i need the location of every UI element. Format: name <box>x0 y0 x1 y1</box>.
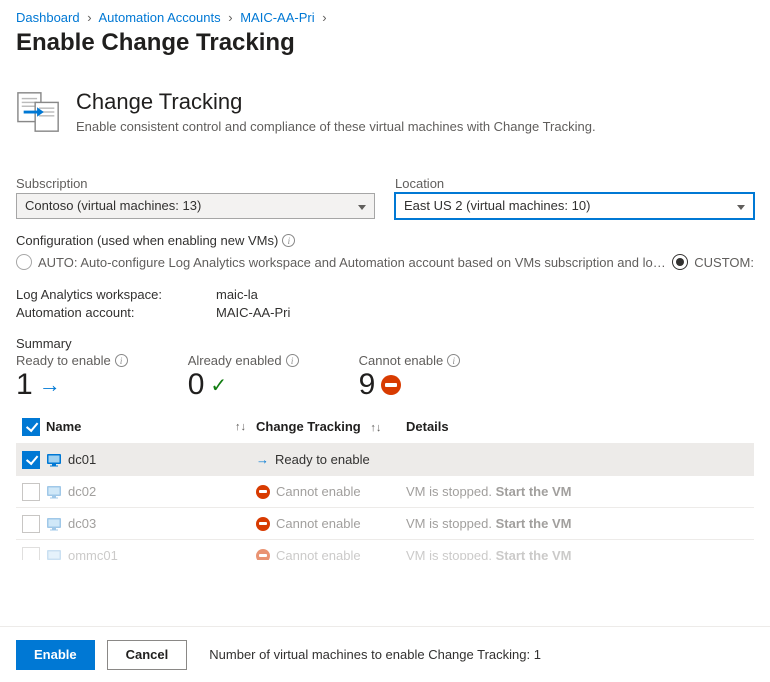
chevron-right-icon: › <box>322 10 326 25</box>
hero-subtitle: Enable consistent control and compliance… <box>76 119 596 134</box>
workspace-label: Log Analytics workspace: <box>16 286 216 304</box>
vm-name: dc03 <box>68 516 96 531</box>
cancel-button[interactable]: Cancel <box>107 640 188 670</box>
ready-to-enable-count[interactable]: 1 → <box>16 368 128 402</box>
hero-title: Change Tracking <box>76 89 596 115</box>
change-tracking-icon <box>16 89 62 138</box>
already-enabled-count[interactable]: 0 ✓ <box>188 368 299 402</box>
no-entry-icon <box>256 485 270 499</box>
footer-count-text: Number of virtual machines to enable Cha… <box>209 647 541 662</box>
vm-name: dc02 <box>68 484 96 499</box>
arrow-right-icon: → <box>39 372 61 398</box>
table-row[interactable]: ommc01 Cannot enable VM is stopped. Star… <box>16 540 754 560</box>
arrow-right-icon: → <box>256 452 269 467</box>
cannot-enable-count[interactable]: 9 <box>359 368 461 402</box>
automation-account-value: MAIC-AA-Pri <box>216 304 290 322</box>
already-enabled-label: Already enabled <box>188 353 282 368</box>
change-tracking-status: Cannot enable <box>276 548 361 560</box>
chevron-right-icon: › <box>228 10 232 25</box>
cannot-enable-label: Cannot enable <box>359 353 444 368</box>
vm-detail: VM is stopped. <box>406 516 492 531</box>
vm-icon <box>46 452 62 468</box>
start-vm-link[interactable]: Start the VM <box>496 516 572 531</box>
subscription-label: Subscription <box>16 176 375 191</box>
row-checkbox <box>22 483 40 501</box>
summary-label: Summary <box>0 322 770 351</box>
breadcrumb-dashboard[interactable]: Dashboard <box>16 10 80 25</box>
config-auto-label: AUTO: Auto-configure Log Analytics works… <box>38 255 666 270</box>
vm-table: Name ↑↓ Change Tracking ↑↓ Details dc01 … <box>0 410 770 560</box>
sort-icon[interactable]: ↑↓ <box>370 422 391 434</box>
vm-name: ommc01 <box>68 548 118 560</box>
vm-detail: VM is stopped. <box>406 484 492 499</box>
vm-name: dc01 <box>68 452 96 467</box>
column-header-change-tracking[interactable]: Change Tracking <box>256 419 361 434</box>
table-row[interactable]: dc01 → Ready to enable <box>16 444 754 476</box>
breadcrumb-maic-aa-pri[interactable]: MAIC-AA-Pri <box>240 10 314 25</box>
breadcrumb-automation-accounts[interactable]: Automation Accounts <box>98 10 220 25</box>
column-header-name[interactable]: Name <box>46 419 81 434</box>
enable-button[interactable]: Enable <box>16 640 95 670</box>
change-tracking-status: Ready to enable <box>275 452 370 467</box>
breadcrumb: Dashboard › Automation Accounts › MAIC-A… <box>0 0 770 29</box>
select-all-checkbox[interactable] <box>22 418 40 436</box>
info-icon[interactable]: i <box>286 354 299 367</box>
location-label: Location <box>395 176 754 191</box>
config-custom-radio[interactable] <box>672 254 688 270</box>
check-icon: ✓ <box>210 373 227 398</box>
hero: Change Tracking Enable consistent contro… <box>0 75 770 158</box>
configuration-label: Configuration (used when enabling new VM… <box>16 233 278 248</box>
table-row[interactable]: dc03 Cannot enable VM is stopped. Start … <box>16 508 754 540</box>
vm-icon <box>46 548 62 561</box>
table-row[interactable]: dc02 Cannot enable VM is stopped. Start … <box>16 476 754 508</box>
row-checkbox[interactable] <box>22 451 40 469</box>
info-icon[interactable]: i <box>115 354 128 367</box>
config-custom-label: CUSTOM: <box>694 255 754 270</box>
location-select[interactable]: East US 2 (virtual machines: 10) <box>395 193 754 219</box>
change-tracking-status: Cannot enable <box>276 484 361 499</box>
automation-account-label: Automation account: <box>16 304 216 322</box>
start-vm-link[interactable]: Start the VM <box>496 548 572 560</box>
no-entry-icon <box>381 375 401 395</box>
start-vm-link[interactable]: Start the VM <box>496 484 572 499</box>
sort-icon[interactable]: ↑↓ <box>235 421 256 433</box>
row-checkbox <box>22 547 40 561</box>
info-icon[interactable]: i <box>447 354 460 367</box>
vm-icon <box>46 484 62 500</box>
info-icon[interactable]: i <box>282 234 295 247</box>
footer: Enable Cancel Number of virtual machines… <box>0 626 770 682</box>
no-entry-icon <box>256 517 270 531</box>
row-checkbox <box>22 515 40 533</box>
page-title: Enable Change Tracking <box>0 29 770 75</box>
column-header-details[interactable]: Details <box>406 419 449 434</box>
vm-detail: VM is stopped. <box>406 548 492 560</box>
ready-to-enable-label: Ready to enable <box>16 353 111 368</box>
change-tracking-status: Cannot enable <box>276 516 361 531</box>
subscription-select[interactable]: Contoso (virtual machines: 13) <box>16 193 375 219</box>
chevron-right-icon: › <box>87 10 91 25</box>
vm-icon <box>46 516 62 532</box>
no-entry-icon <box>256 549 270 561</box>
workspace-value: maic-la <box>216 286 258 304</box>
config-auto-radio[interactable] <box>16 254 32 270</box>
